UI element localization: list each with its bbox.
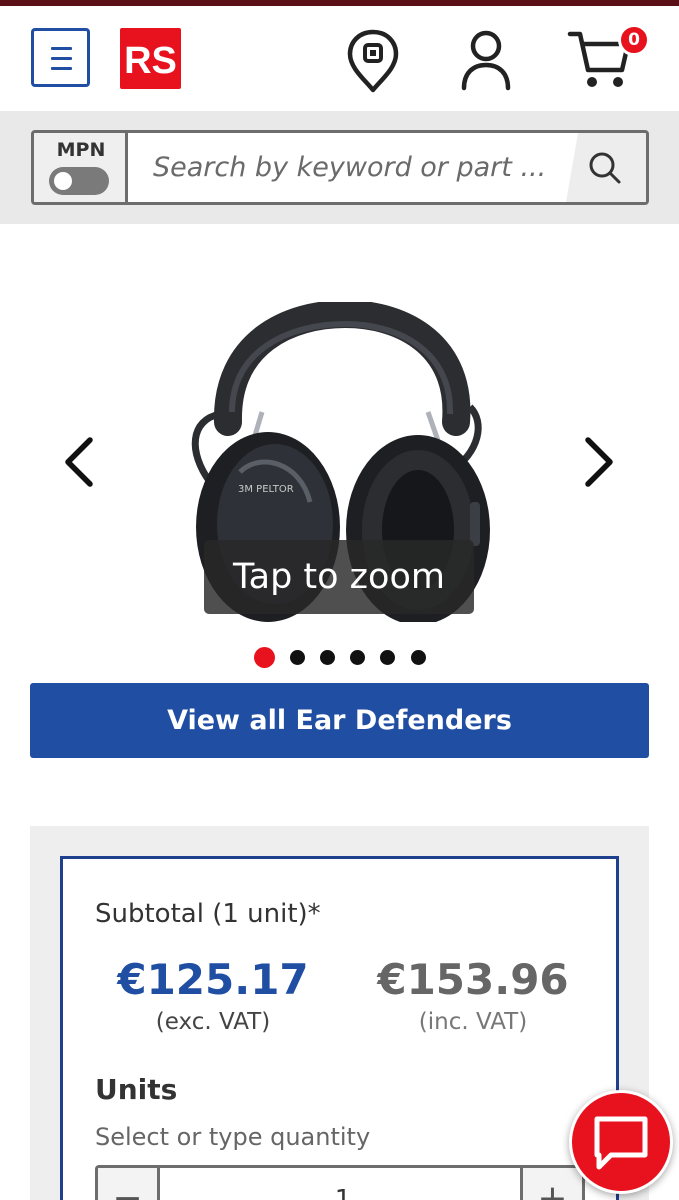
gallery-dot[interactable] [411,650,426,665]
chevron-right-icon [585,437,613,487]
gallery-next-button[interactable] [578,434,618,490]
search-input[interactable] [131,133,571,202]
account-icon[interactable] [456,28,516,94]
gallery-pagination [0,644,679,670]
gallery-prev-button[interactable] [60,434,100,490]
mpn-toggle-knob [54,172,72,190]
price-exc-vat-note: (exc. VAT) [155,1009,271,1035]
rs-logo[interactable]: RS [120,28,181,89]
site-header: RS 0 [0,6,679,111]
units-label: Units [95,1073,178,1106]
search-box: MPN [31,130,649,205]
pricing-panel: Subtotal (1 unit)* €125.17 (exc. VAT) €1… [30,826,649,1200]
cart-count-badge: 0 [618,24,650,56]
view-all-ear-defenders-button[interactable]: View all Ear Defenders [30,683,649,758]
price-exc-vat: €125.17 [117,955,309,1004]
rs-logo-icon: RS [124,40,177,82]
chat-button[interactable] [569,1090,673,1194]
mpn-label: MPN [56,139,106,161]
gallery-dot[interactable] [320,650,335,665]
quantity-input[interactable] [160,1168,526,1200]
units-hint: Select or type quantity [95,1123,371,1151]
search-button[interactable] [566,133,646,202]
price-inc-vat: €153.96 [377,955,569,1004]
mpn-toggle-area[interactable]: MPN [34,133,128,202]
chevron-left-icon [65,437,93,487]
subtotal-label: Subtotal (1 unit)* [95,899,321,929]
gallery-dot[interactable] [350,650,365,665]
search-icon [589,152,621,184]
tap-to-zoom-label[interactable]: Tap to zoom [204,540,474,614]
quantity-decrease-button[interactable]: − [98,1168,160,1200]
location-pin-icon[interactable] [343,28,403,94]
search-band: MPN [0,111,679,224]
menu-button[interactable] [31,28,90,87]
svg-text:RS: RS [124,40,177,82]
pricing-card: Subtotal (1 unit)* €125.17 (exc. VAT) €1… [60,856,619,1200]
price-inc-vat-note: (inc. VAT) [418,1009,528,1035]
mpn-toggle[interactable] [49,167,109,195]
product-gallery: 3M PELTOR Tap to zoom [0,224,679,664]
gallery-dot[interactable] [254,647,275,668]
chat-bubble-icon [594,1116,648,1170]
gallery-dot[interactable] [380,650,395,665]
svg-text:3M PELTOR: 3M PELTOR [238,484,294,495]
gallery-dot[interactable] [290,650,305,665]
quantity-stepper: − + [95,1165,585,1200]
quantity-increase-button[interactable]: + [520,1168,582,1200]
